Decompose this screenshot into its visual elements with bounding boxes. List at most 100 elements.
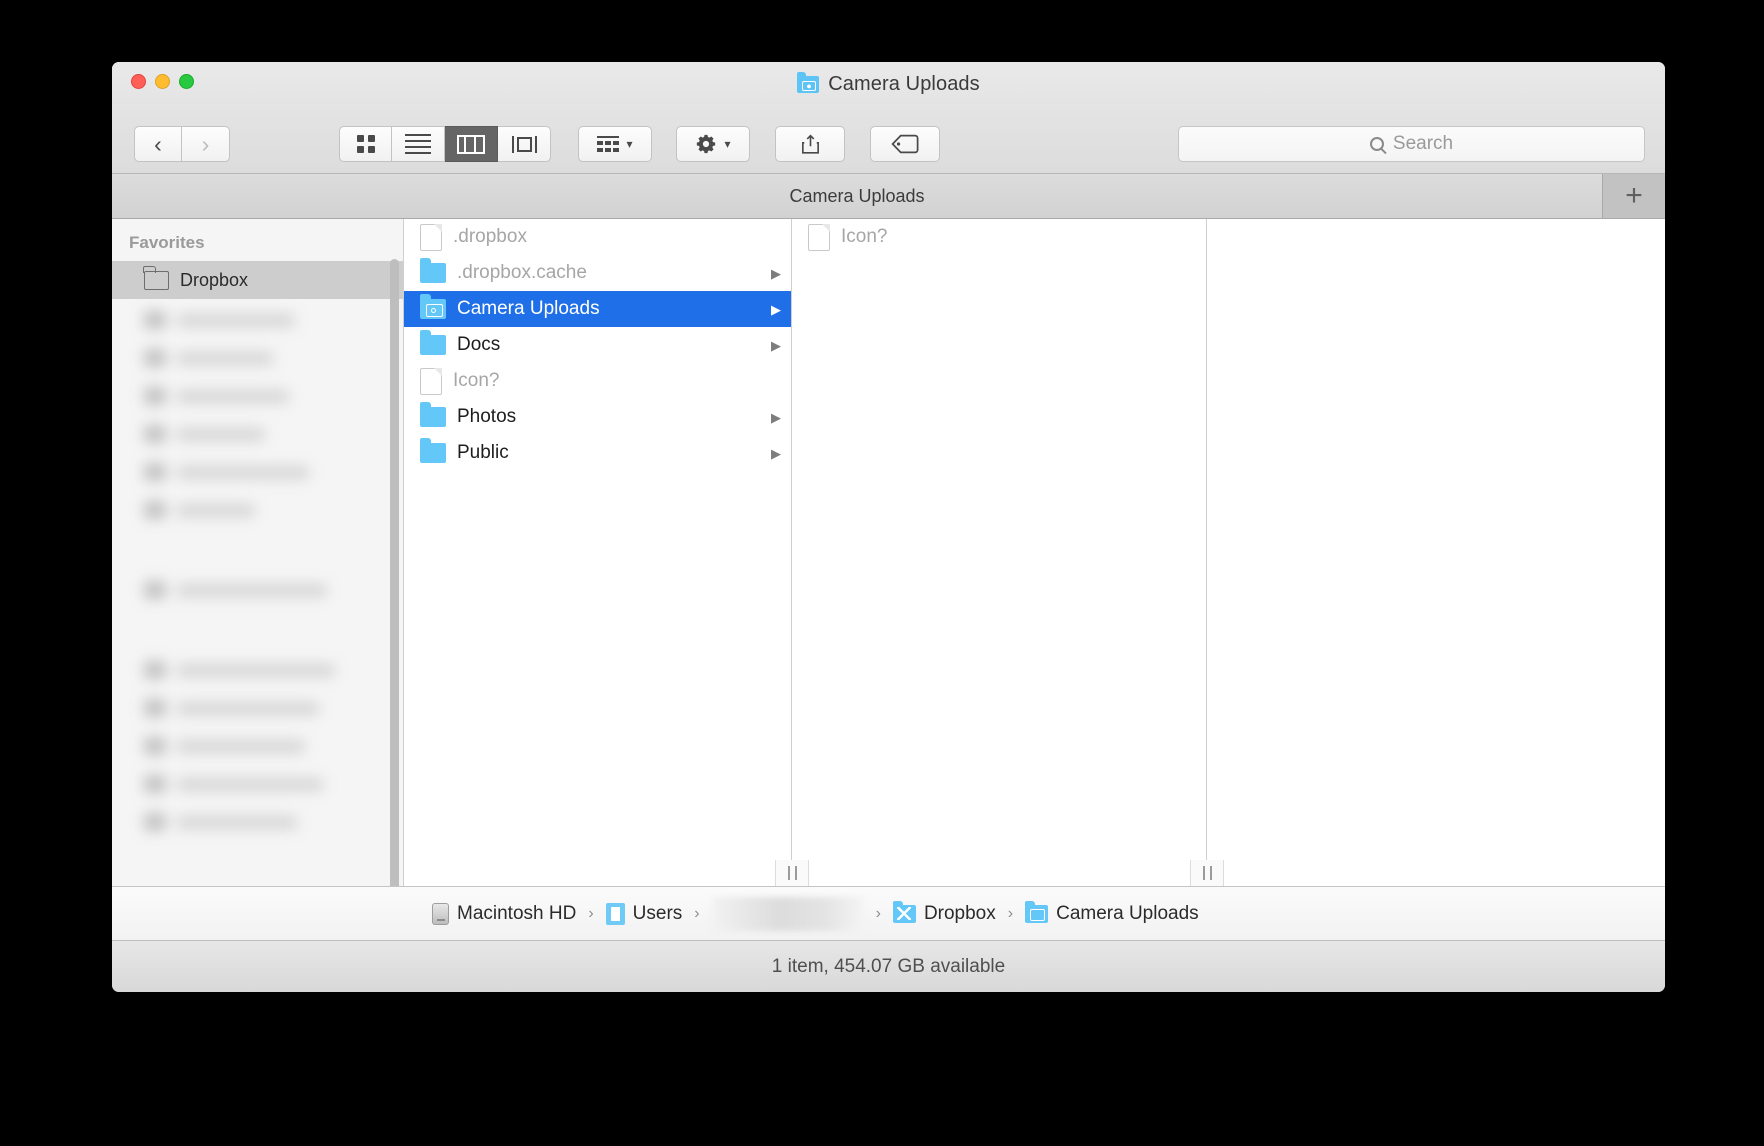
disclosure-arrow-icon: ▶	[771, 301, 781, 317]
view-mode-group	[339, 126, 551, 162]
chevron-down-icon: ▾	[724, 137, 731, 151]
navigation-button-group: ‹ ›	[134, 126, 230, 162]
grid-icon	[356, 135, 375, 153]
status-text: 1 item, 454.07 GB available	[771, 955, 1006, 977]
share-icon	[801, 134, 819, 154]
file-row[interactable]: Public ▶	[404, 435, 791, 471]
disclosure-arrow-icon: ▶	[771, 337, 781, 353]
column-area: .dropbox .dropbox.cache ▶ Camera Uploads…	[404, 219, 1665, 860]
camera-folder-icon	[797, 72, 820, 93]
file-name: Photos	[457, 406, 517, 427]
breadcrumb-camera-uploads[interactable]: Camera Uploads	[1025, 900, 1199, 925]
finder-toolbar: ‹ › ▾ ▾ Search	[112, 118, 1665, 170]
column-resize-handle[interactable]	[775, 860, 809, 886]
columns-icon	[457, 134, 485, 154]
chevron-down-icon: ▾	[626, 137, 633, 151]
coverflow-icon	[511, 135, 537, 153]
camera-folder-icon	[1025, 900, 1049, 923]
file-name: Icon?	[841, 226, 888, 247]
new-tab-button[interactable]: +	[1603, 174, 1665, 218]
column-view-button[interactable]	[445, 126, 498, 162]
disclosure-arrow-icon: ▶	[771, 445, 781, 461]
forward-button[interactable]: ›	[182, 126, 230, 162]
breadcrumb-separator: ›	[875, 904, 881, 922]
disclosure-arrow-icon: ▶	[771, 409, 781, 425]
window-titlebar: Camera Uploads ‹ › ▾ ▾ Search	[112, 62, 1665, 174]
camera-folder-icon	[420, 294, 446, 319]
chevron-right-icon: ›	[201, 130, 210, 157]
file-row[interactable]: Docs ▶	[404, 327, 791, 363]
list-icon	[405, 134, 431, 154]
sidebar-redacted-items	[112, 301, 391, 886]
coverflow-view-button[interactable]	[498, 126, 551, 162]
folder-icon	[420, 258, 446, 283]
breadcrumb-username-redacted[interactable]	[711, 896, 864, 931]
status-bar: 1 item, 454.07 GB available	[112, 940, 1665, 992]
hard-drive-icon	[432, 902, 449, 925]
icon-view-button[interactable]	[339, 126, 392, 162]
file-row[interactable]: Camera Uploads ▶	[404, 291, 791, 327]
breadcrumb-label: Dropbox	[923, 902, 996, 924]
file-name: .dropbox.cache	[457, 262, 587, 283]
finder-window: Camera Uploads ‹ › ▾ ▾ Search Camera Upl…	[112, 62, 1665, 992]
tag-icon	[891, 134, 919, 154]
breadcrumb-label: Users	[632, 902, 683, 924]
sidebar: Favorites Dropbox	[112, 219, 404, 886]
dropbox-folder-icon	[892, 900, 916, 923]
breadcrumb-label: Camera Uploads	[1056, 902, 1199, 924]
action-menu-button[interactable]: ▾	[676, 126, 750, 162]
breadcrumb-macintosh-hd[interactable]: Macintosh HD	[432, 902, 577, 925]
sidebar-item-label: Dropbox	[180, 269, 249, 290]
file-row[interactable]: .dropbox.cache ▶	[404, 255, 791, 291]
search-placeholder: Search	[1392, 133, 1454, 154]
plus-icon: +	[1625, 179, 1643, 212]
file-row[interactable]: .dropbox	[404, 219, 791, 255]
file-name: Public	[457, 442, 509, 463]
redacted-username-icon	[711, 896, 864, 931]
tab-label: Camera Uploads	[789, 185, 925, 206]
list-view-button[interactable]	[392, 126, 445, 162]
arrange-button[interactable]: ▾	[578, 126, 652, 162]
tags-button[interactable]	[870, 126, 940, 162]
folder-icon	[143, 265, 169, 290]
sidebar-item-dropbox[interactable]: Dropbox	[112, 261, 403, 299]
window-title: Camera Uploads	[112, 72, 1665, 96]
gear-icon	[695, 133, 717, 155]
document-icon	[420, 367, 442, 395]
file-row[interactable]: Icon?	[404, 363, 791, 399]
user-folder-icon	[605, 902, 625, 925]
breadcrumb-users[interactable]: Users	[605, 902, 683, 925]
document-icon	[808, 223, 830, 251]
file-row[interactable]: Icon?	[792, 219, 1206, 255]
document-icon	[420, 223, 442, 251]
breadcrumb-dropbox[interactable]: Dropbox	[892, 900, 996, 925]
file-name: Camera Uploads	[457, 298, 600, 319]
column-camera-uploads: Icon?	[792, 219, 1207, 860]
column-view: .dropbox .dropbox.cache ▶ Camera Uploads…	[404, 219, 1665, 886]
arrange-icon	[597, 136, 620, 152]
search-icon	[1369, 137, 1384, 151]
breadcrumb-separator: ›	[694, 904, 700, 922]
share-button[interactable]	[775, 126, 845, 162]
column-preview	[1207, 219, 1665, 860]
column-resize-handles	[404, 860, 1665, 886]
back-button[interactable]: ‹	[134, 126, 182, 162]
folder-icon	[420, 330, 446, 355]
search-field[interactable]: Search	[1178, 126, 1645, 162]
breadcrumb-separator: ›	[588, 904, 594, 922]
file-name: .dropbox	[453, 226, 527, 247]
column-resize-handle[interactable]	[1190, 860, 1224, 886]
tab-bar: Camera Uploads +	[112, 174, 1665, 219]
sidebar-scrollbar[interactable]	[390, 259, 399, 886]
breadcrumb-label: Macintosh HD	[457, 902, 577, 924]
window-title-text: Camera Uploads	[828, 73, 980, 95]
path-bar: Macintosh HD › Users › › Dropbox › Camer…	[112, 886, 1665, 940]
window-body: Favorites Dropbox .dropbox .dropbox.cach…	[112, 219, 1665, 886]
file-name: Docs	[457, 334, 501, 355]
column-dropbox: .dropbox .dropbox.cache ▶ Camera Uploads…	[404, 219, 792, 860]
tab-camera-uploads[interactable]: Camera Uploads	[112, 174, 1603, 218]
chevron-left-icon: ‹	[154, 130, 162, 157]
folder-icon	[420, 438, 446, 463]
file-row[interactable]: Photos ▶	[404, 399, 791, 435]
breadcrumb-separator: ›	[1007, 904, 1014, 922]
